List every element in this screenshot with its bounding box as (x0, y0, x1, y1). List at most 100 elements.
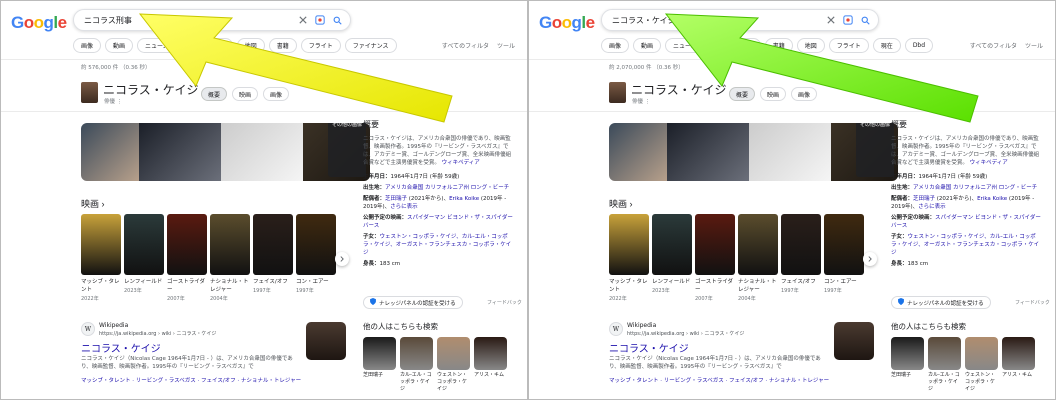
movie-title[interactable]: マッシブ・タレント (609, 278, 649, 294)
movie-poster[interactable] (210, 214, 250, 275)
movie-title[interactable]: ゴーストライダー (167, 278, 207, 294)
show-more-link[interactable]: さらに表示 (918, 204, 946, 210)
movie-poster[interactable] (738, 214, 778, 275)
movie-poster[interactable] (609, 214, 649, 275)
result-url[interactable]: https://ja.wikipedia.org › wiki › ニコラス・ケ… (99, 330, 216, 337)
chip-button[interactable]: 現在 (872, 38, 901, 53)
movie-card[interactable]: ナショナル・トレジャー 2004年 (738, 214, 778, 302)
kp-value[interactable]: ウェストン・コッポラ・ケイジ、カル-エル・コッポラ・ケイジ、オーガスト・フランチ… (363, 234, 511, 256)
person-card[interactable]: ウェストン・コッポラ・ケイジ (437, 337, 470, 393)
clear-icon[interactable] (296, 13, 310, 27)
chip-button[interactable]: ショッピング (180, 38, 233, 53)
scroll-right-button[interactable] (335, 252, 349, 266)
strip-image[interactable] (749, 123, 831, 181)
movie-title[interactable]: ナショナル・トレジャー (210, 278, 250, 294)
google-logo[interactable]: Google (539, 13, 595, 33)
chip-button[interactable]: 地図 (796, 38, 825, 53)
movies-title[interactable]: 映画 › (609, 197, 633, 210)
verify-panel-button[interactable]: ナレッジパネルの認証を受ける (891, 296, 991, 309)
result-title-link[interactable]: ニコラス・ケイジ (609, 340, 689, 355)
movie-poster[interactable] (81, 214, 121, 275)
movie-title[interactable]: ナショナル・トレジャー (738, 278, 778, 294)
chip-button[interactable]: ファイナンス (344, 38, 397, 53)
chip-button[interactable]: 動画 (633, 38, 662, 53)
entity-tab[interactable]: 画像 (791, 87, 818, 101)
result-sitelinks[interactable]: マッシブ・タレント · リービング・ラスベガス · フェイス/オフ · ナショナ… (609, 376, 829, 384)
chip-button[interactable]: 画像 (601, 38, 630, 53)
person-card[interactable]: 芝田瑞子 (363, 337, 396, 393)
chip-button[interactable]: フライト (300, 38, 341, 53)
chip-button[interactable]: 書籍 (268, 38, 297, 53)
movie-title[interactable]: コン・エアー (824, 278, 864, 286)
person-photo[interactable] (437, 337, 470, 370)
spouse-link[interactable]: Erika Koike (449, 196, 479, 202)
result-url[interactable]: https://ja.wikipedia.org › wiki › ニコラス・ケ… (627, 330, 744, 337)
image-strip[interactable]: その他の画像 (609, 123, 898, 181)
spouse-link[interactable]: Erika Koike (977, 196, 1007, 202)
movie-card[interactable]: フェイス/オフ 1997年 (253, 214, 293, 302)
movie-title[interactable]: コン・エアー (296, 278, 336, 286)
more-images-button[interactable]: その他の画像 (327, 123, 366, 177)
wikipedia-link[interactable]: ウィキペディア (442, 160, 480, 166)
movie-poster[interactable] (253, 214, 293, 275)
movie-poster[interactable] (781, 214, 821, 275)
chip-button[interactable]: 書籍 (764, 38, 793, 53)
kp-value[interactable]: ウェストン・コッポラ・ケイジ、カル-エル・コッポラ・ケイジ、オーガスト・フランチ… (891, 234, 1039, 256)
image-strip[interactable]: その他の画像 (81, 123, 370, 181)
movies-title[interactable]: 映画 › (81, 197, 105, 210)
person-card[interactable]: 芝田瑞子 (891, 337, 924, 393)
person-photo[interactable] (400, 337, 433, 370)
wikipedia-link[interactable]: ウィキペディア (970, 160, 1008, 166)
movie-title[interactable]: マッシブ・タレント (81, 278, 121, 294)
person-name[interactable]: カル-エル・コッポラ・ケイジ (928, 372, 961, 393)
result-thumbnail[interactable] (306, 322, 346, 360)
kp-value[interactable]: アメリカ合衆国 カリフォルニア州 ロング・ビーチ (385, 185, 509, 191)
lens-icon[interactable] (841, 13, 855, 27)
strip-image[interactable] (667, 123, 749, 181)
movie-card[interactable]: ゴーストライダー 2007年 (167, 214, 207, 302)
person-photo[interactable] (1002, 337, 1035, 370)
person-photo[interactable] (965, 337, 998, 370)
clear-icon[interactable] (824, 13, 838, 27)
movie-card[interactable]: レンフィールド 2023年 (652, 214, 692, 302)
person-card[interactable]: ウェストン・コッポラ・ケイジ (965, 337, 998, 393)
search-icon[interactable] (330, 13, 344, 27)
movie-card[interactable]: コン・エアー 1997年 (824, 214, 864, 302)
feedback-link[interactable]: フィードバック (487, 299, 522, 306)
movie-card[interactable]: ナショナル・トレジャー 2004年 (210, 214, 250, 302)
strip-image[interactable] (139, 123, 221, 181)
spouse-link[interactable]: 芝田瑞子 (385, 196, 407, 202)
person-name[interactable]: ウェストン・コッポラ・ケイジ (965, 372, 998, 393)
movie-poster[interactable] (167, 214, 207, 275)
feedback-link[interactable]: フィードバック (1015, 299, 1050, 306)
person-card[interactable]: カル-エル・コッポラ・ケイジ (400, 337, 433, 393)
person-name[interactable]: 芝田瑞子 (363, 372, 396, 379)
chip-button[interactable]: 地図 (236, 38, 265, 53)
person-name[interactable]: カル-エル・コッポラ・ケイジ (400, 372, 433, 393)
movie-card[interactable]: フェイス/オフ 1997年 (781, 214, 821, 302)
result-sitelinks[interactable]: マッシブ・タレント · リービング・ラスベガス · フェイス/オフ · ナショナ… (81, 376, 301, 384)
result-thumbnail[interactable] (834, 322, 874, 360)
person-photo[interactable] (474, 337, 507, 370)
movie-poster[interactable] (695, 214, 735, 275)
scroll-right-button[interactable] (863, 252, 877, 266)
movie-card[interactable]: レンフィールド 2023年 (124, 214, 164, 302)
search-box[interactable]: ニコラス・ケイジ (601, 9, 879, 31)
lens-icon[interactable] (313, 13, 327, 27)
person-card[interactable]: カル-エル・コッポラ・ケイジ (928, 337, 961, 393)
chip-button[interactable]: 画像 (73, 38, 102, 53)
movie-title[interactable]: レンフィールド (124, 278, 164, 286)
movie-title[interactable]: フェイス/オフ (253, 278, 293, 286)
movie-poster[interactable] (824, 214, 864, 275)
person-card[interactable]: アリス・キム (1002, 337, 1035, 393)
entity-tab[interactable]: 画像 (263, 87, 290, 101)
person-name[interactable]: アリス・キム (1002, 372, 1035, 379)
tools-button[interactable]: ツール (497, 41, 515, 50)
chip-button[interactable]: フライト (828, 38, 869, 53)
search-box[interactable]: ニコラス刑事 (73, 9, 351, 31)
chip-button[interactable]: ニュース (137, 38, 177, 53)
person-photo[interactable] (928, 337, 961, 370)
movie-card[interactable]: マッシブ・タレント 2022年 (81, 214, 121, 302)
google-logo[interactable]: Google (11, 13, 67, 33)
all-filters-button[interactable]: すべてのフィルタ (970, 41, 1017, 50)
